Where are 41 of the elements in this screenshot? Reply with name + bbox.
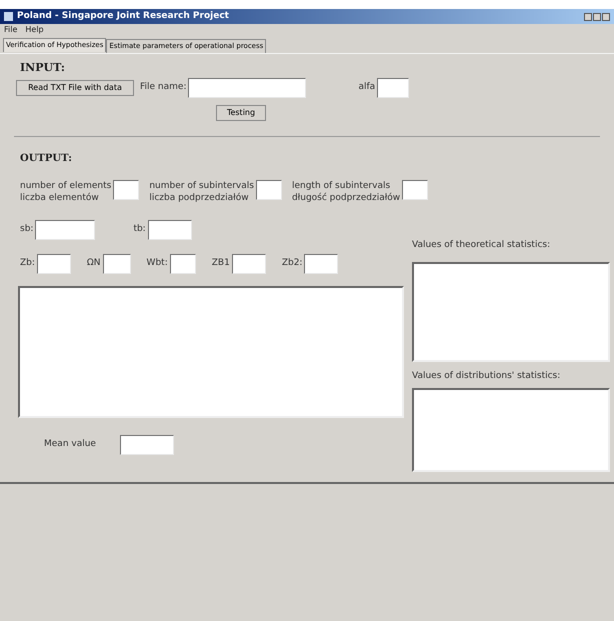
text-field[interactable] xyxy=(304,254,338,274)
text-field[interactable] xyxy=(170,254,196,274)
field-label: Zb: xyxy=(20,256,35,270)
text-field[interactable] xyxy=(232,254,266,274)
field-label: Mean value xyxy=(44,438,96,451)
text-field[interactable] xyxy=(36,254,71,274)
menu-item[interactable]: File xyxy=(4,24,18,36)
read-file-button[interactable]: Read TXT File with data xyxy=(16,80,134,96)
testing-button[interactable]: Testing xyxy=(216,104,266,120)
text-field[interactable] xyxy=(102,254,131,274)
field-label: Zb2: xyxy=(282,256,302,270)
field-label: Values of theoretical statistics: xyxy=(412,238,552,252)
theoretical-statistics-area[interactable] xyxy=(412,262,610,362)
field-label: ΩN xyxy=(86,256,101,270)
text-field[interactable] xyxy=(188,78,306,98)
field-label: number of subintervals xyxy=(149,180,254,192)
window-title: Poland - Singapore Joint Research Project xyxy=(17,10,229,23)
result-text-area[interactable] xyxy=(18,286,404,418)
menu-item[interactable]: Help xyxy=(25,24,44,36)
text-field[interactable] xyxy=(120,434,174,454)
field-label: File name: xyxy=(140,80,186,94)
field-label: długość podprzedziałów xyxy=(292,192,400,204)
field-label: Wbt: xyxy=(146,256,168,270)
section-heading: OUTPUT: xyxy=(20,152,73,166)
field-label: sb: xyxy=(20,222,34,236)
field-label: alfa xyxy=(358,80,376,94)
text-field[interactable] xyxy=(402,180,428,200)
field-label: number of elements xyxy=(20,180,112,192)
text-field[interactable] xyxy=(377,78,410,98)
field-label: tb: xyxy=(133,222,146,236)
field-label: liczba podprzedziałów xyxy=(149,192,250,204)
field-label: length of subintervals xyxy=(292,180,392,192)
field-label: Values of distributions' statistics: xyxy=(412,370,562,383)
distribution-statistics-area[interactable] xyxy=(412,388,610,472)
field-label: liczba elementów xyxy=(20,192,100,204)
text-field[interactable] xyxy=(256,180,282,200)
section-heading: INPUT: xyxy=(20,60,66,76)
text-field[interactable] xyxy=(35,220,96,240)
field-label: ZB1 xyxy=(212,256,230,270)
text-field[interactable] xyxy=(113,180,140,200)
text-field[interactable] xyxy=(148,220,192,240)
